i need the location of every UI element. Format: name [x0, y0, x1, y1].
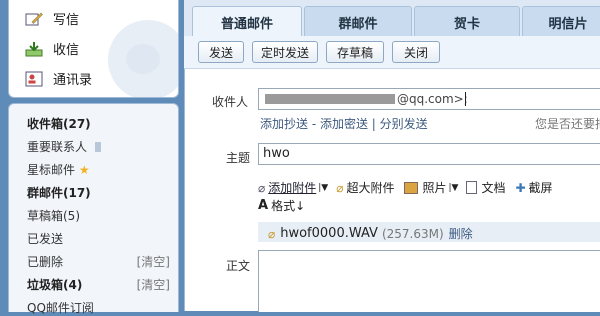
screenshot-icon: ✚	[515, 180, 526, 195]
file-size: (257.63M)	[381, 226, 444, 241]
inbox-download-icon	[25, 41, 43, 57]
empty-spam-link[interactable]: [清空]	[137, 276, 170, 293]
star-icon: ★	[78, 163, 90, 177]
subject-label: 主题	[226, 151, 251, 165]
file-name: hwof0000.WAV	[280, 226, 378, 241]
photo-link[interactable]: 照片	[422, 179, 446, 196]
folder-important-contacts[interactable]: 重要联系人	[27, 138, 101, 155]
format-letter-icon: A	[258, 198, 269, 213]
format-toggle[interactable]: A 格式↓	[258, 197, 305, 214]
bookmark-icon	[94, 142, 101, 152]
recipient-input[interactable]: @qq.com>;	[258, 88, 600, 110]
big-attachment-link[interactable]: 超大附件	[346, 179, 394, 196]
tab-greeting-card[interactable]: 贺卡	[414, 6, 520, 37]
attached-file-row: ⌀ hwof0000.WAV (257.63M) 删除	[258, 222, 600, 242]
contacts-icon	[25, 71, 43, 87]
write-mail-button[interactable]: 写信	[25, 9, 79, 28]
tab-normal-mail[interactable]: 普通邮件	[192, 6, 302, 37]
empty-deleted-link[interactable]: [清空]	[137, 253, 170, 270]
folder-deleted[interactable]: 已删除	[27, 253, 63, 270]
attachment-dropdown-icon[interactable]: |▼	[318, 183, 328, 193]
folder-inbox[interactable]: 收件箱(27)	[27, 115, 91, 132]
compose-toolbar: 发送 定时发送 存草稿 关闭	[184, 36, 600, 69]
recipient-redacted	[265, 94, 395, 104]
subject-value: hwo	[263, 146, 290, 161]
paperclip-icon: ⌀	[258, 180, 266, 195]
folder-starred[interactable]: 星标邮件 ★	[27, 161, 90, 178]
tab-group-mail[interactable]: 群邮件	[304, 6, 412, 37]
folder-group-mail[interactable]: 群邮件(17)	[27, 184, 91, 201]
folder-spam[interactable]: 垃圾箱(4)	[27, 276, 82, 293]
folder-list: 收件箱(27) 重要联系人 星标邮件 ★ 群邮件(17) 草稿箱(5) 已发送 …	[8, 103, 179, 315]
document-icon	[466, 181, 478, 194]
text-cursor	[465, 92, 466, 106]
recipient-label: 收件人	[212, 95, 249, 109]
folder-subscriptions[interactable]: QQ邮件订阅	[27, 299, 94, 316]
send-button[interactable]: 发送	[198, 41, 244, 63]
close-button[interactable]: 关闭	[392, 41, 440, 63]
attached-file: ⌀ hwof0000.WAV (257.63M) 删除	[268, 225, 473, 242]
schedule-send-button[interactable]: 定时发送	[252, 41, 318, 63]
save-draft-button[interactable]: 存草稿	[326, 41, 384, 63]
folder-sent[interactable]: 已发送	[27, 230, 63, 247]
add-attachment-link[interactable]: 添加附件	[268, 179, 316, 196]
recipient-value: @qq.com>;	[397, 92, 468, 106]
recipient-hint: 您是否还要把	[535, 117, 600, 131]
cc-bcc-links[interactable]: 添加抄送 - 添加密送 | 分别发送	[260, 115, 428, 132]
qq-mascot-face	[126, 44, 160, 74]
subject-input[interactable]: hwo	[258, 143, 600, 165]
compose-tab-bar: 普通邮件 群邮件 贺卡 明信片	[184, 0, 600, 37]
body-editor[interactable]	[258, 250, 600, 312]
write-icon	[25, 11, 43, 27]
screenshot-link[interactable]: 截屏	[529, 179, 553, 196]
paperclip-icon: ⌀	[268, 226, 276, 241]
body-label: 正文	[226, 259, 251, 273]
photo-dropdown-icon[interactable]: |▼	[448, 183, 458, 193]
tab-postcard[interactable]: 明信片	[522, 6, 600, 37]
receive-mail-button[interactable]: 收信	[25, 39, 79, 58]
attachment-toolbar: ⌀ 添加附件 |▼ ⌀ 超大附件 照片 |▼ 文档 ✚ 截屏	[258, 179, 553, 196]
document-link[interactable]: 文档	[481, 179, 505, 196]
delete-attachment-link[interactable]: 删除	[449, 225, 473, 242]
photo-icon	[404, 181, 419, 194]
big-attachment-icon: ⌀	[336, 180, 344, 195]
sidebar-actions-panel: 写信 收信 通讯录	[8, 0, 179, 98]
contacts-button[interactable]: 通讯录	[25, 69, 92, 88]
folder-drafts[interactable]: 草稿箱(5)	[27, 207, 80, 224]
